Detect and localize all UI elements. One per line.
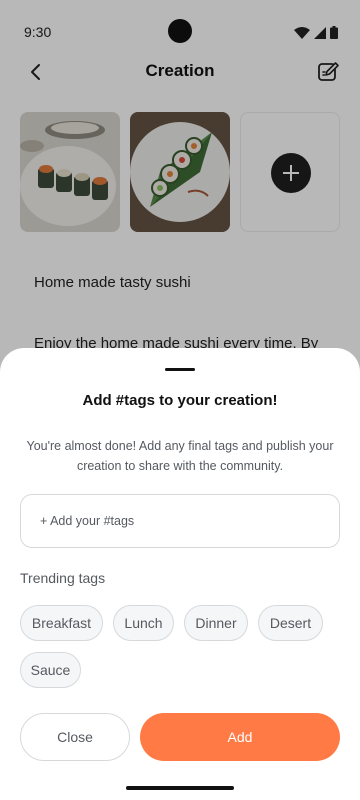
trending-tags-label: Trending tags	[20, 570, 106, 586]
drag-handle[interactable]	[165, 368, 195, 371]
tag-input[interactable]	[20, 494, 340, 548]
tag-chip-breakfast[interactable]: Breakfast	[20, 605, 103, 641]
tag-chip-lunch[interactable]: Lunch	[113, 605, 174, 641]
tag-chip-sauce[interactable]: Sauce	[20, 652, 81, 688]
sheet-title: Add #tags to your creation!	[82, 392, 278, 409]
close-button[interactable]: Close	[20, 713, 130, 761]
add-tags-sheet: Add #tags to your creation! You're almos…	[0, 348, 360, 800]
home-indicator	[126, 786, 234, 790]
sheet-description: You're almost done! Add any final tags a…	[26, 439, 334, 473]
tag-chip-desert[interactable]: Desert	[258, 605, 323, 641]
tag-chip-dinner[interactable]: Dinner	[184, 605, 248, 641]
add-button[interactable]: Add	[140, 713, 340, 761]
